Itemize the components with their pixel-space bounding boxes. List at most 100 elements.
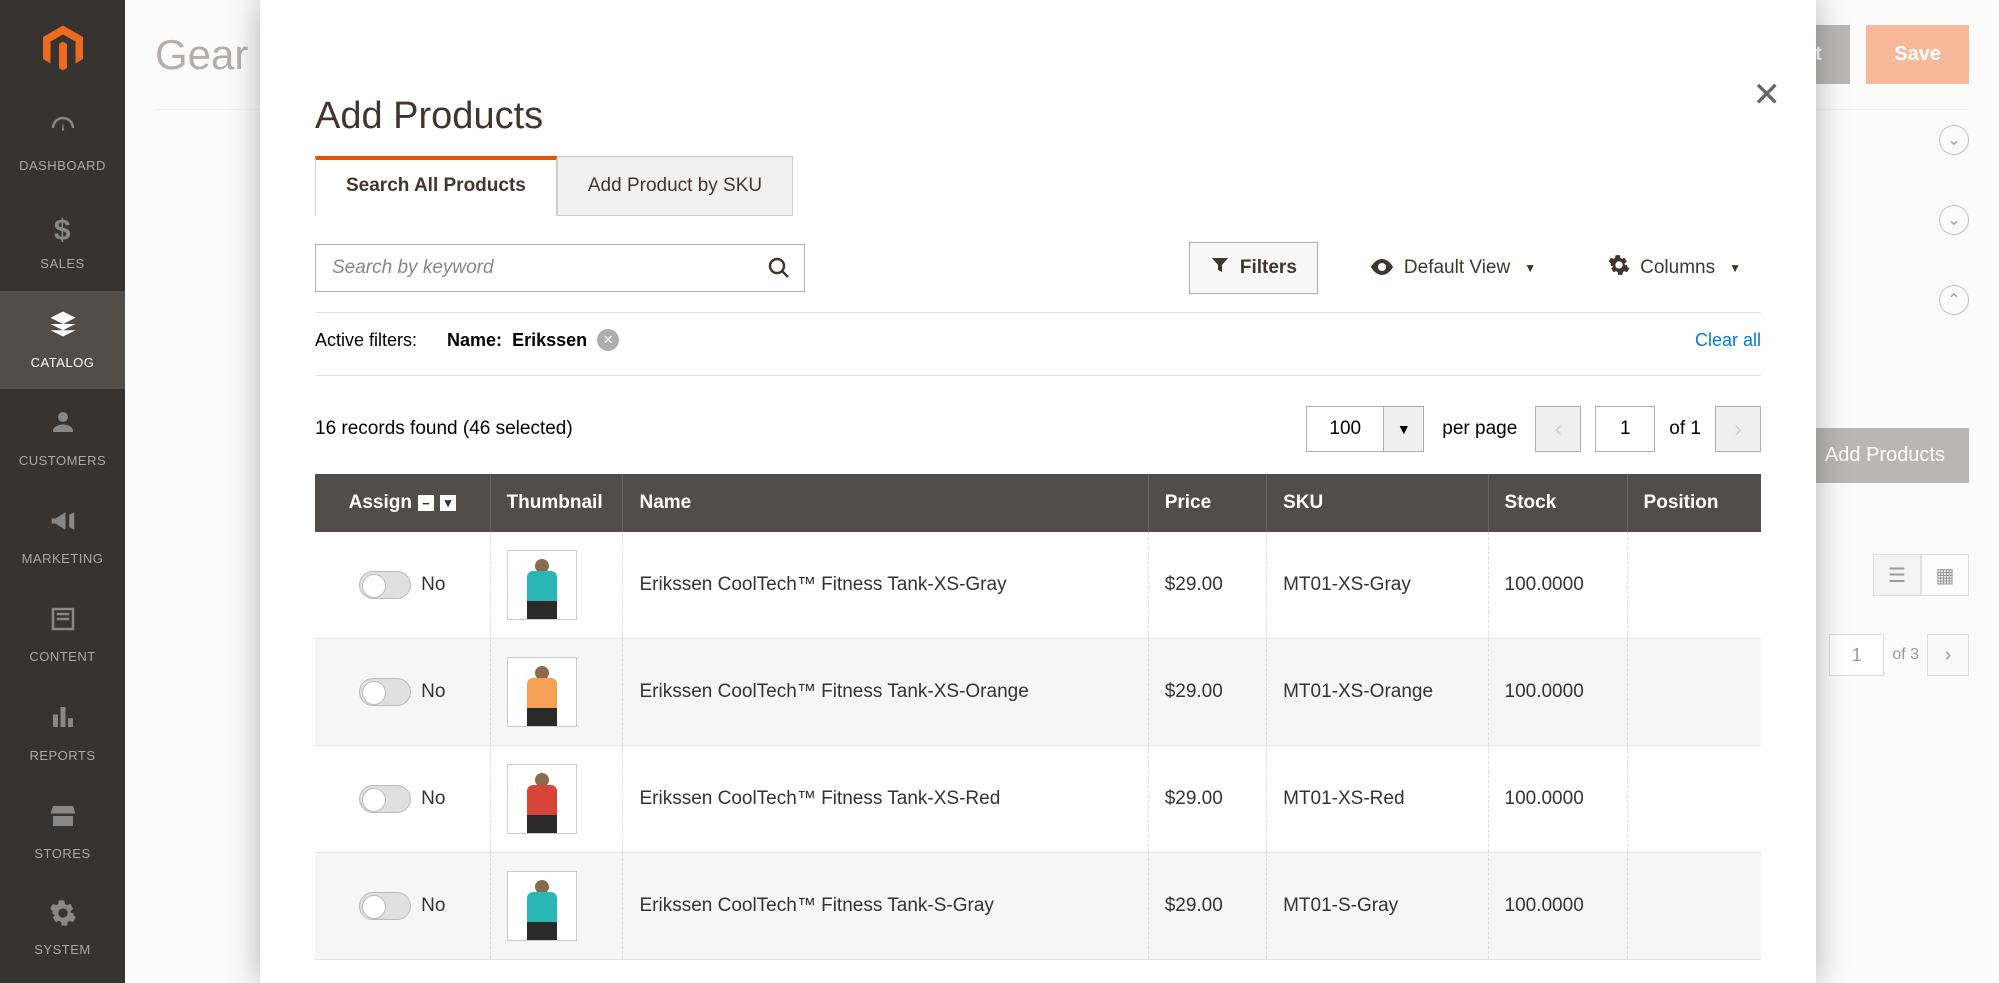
default-view-label: Default View [1404, 257, 1510, 279]
content-icon [48, 604, 78, 643]
stores-icon [48, 801, 78, 840]
dashboard-icon [48, 113, 78, 152]
assign-toggle[interactable] [359, 892, 411, 920]
nav-label: CONTENT [29, 649, 95, 666]
modal-title: Add Products [315, 95, 1761, 138]
catalog-icon [48, 309, 78, 348]
magento-logo[interactable] [0, 0, 125, 95]
toggle-label: No [421, 895, 445, 916]
assign-label: Assign [349, 492, 412, 514]
cell-price: $29.00 [1148, 746, 1266, 853]
columns-label: Columns [1640, 257, 1715, 279]
next-page-button[interactable]: › [1715, 406, 1761, 452]
chevron-down-icon: ▼ [1524, 261, 1536, 275]
default-view-button[interactable]: Default View ▼ [1350, 243, 1556, 293]
nav-label: DASHBOARD [19, 158, 106, 175]
per-page-input[interactable] [1306, 406, 1384, 452]
prev-page-button[interactable]: ‹ [1535, 406, 1581, 452]
col-price[interactable]: Price [1148, 474, 1266, 532]
filters-button[interactable]: Filters [1189, 242, 1318, 294]
filter-chip-name: Name: Erikssen ✕ [447, 329, 619, 351]
select-dropdown-icon[interactable]: ▾ [440, 495, 456, 511]
per-page-label: per page [1442, 418, 1517, 440]
cell-name: Erikssen CoolTech™ Fitness Tank-XS-Red [623, 746, 1148, 853]
columns-button[interactable]: Columns ▼ [1588, 242, 1761, 294]
nav-system[interactable]: SYSTEM [0, 881, 125, 977]
products-table: Assign − ▾ Thumbnail Name Price SKU Stoc… [315, 474, 1761, 960]
nav-partners[interactable]: FIND PARTNERS & EXTENSIONS [0, 977, 125, 983]
cell-position [1627, 532, 1761, 639]
tab-add-by-sku[interactable]: Add Product by SKU [557, 156, 793, 216]
col-name[interactable]: Name [623, 474, 1148, 532]
filter-key: Name: [447, 330, 502, 351]
records-found-text: 16 records found (46 selected) [315, 418, 573, 440]
records-bar: 16 records found (46 selected) ▼ per pag… [315, 376, 1761, 474]
table-row[interactable]: NoErikssen CoolTech™ Fitness Tank-S-Gray… [315, 853, 1761, 960]
table-header-row: Assign − ▾ Thumbnail Name Price SKU Stoc… [315, 474, 1761, 532]
modal-toolbar: Filters Default View ▼ Columns ▼ [315, 217, 1761, 313]
remove-filter-icon[interactable]: ✕ [597, 329, 619, 351]
cell-sku: MT01-XS-Orange [1267, 639, 1488, 746]
modal-tabs: Search All Products Add Product by SKU [315, 156, 1761, 217]
funnel-icon [1210, 255, 1230, 281]
tab-search-products[interactable]: Search All Products [315, 156, 557, 216]
gear-icon [1608, 254, 1630, 282]
assign-toggle[interactable] [359, 571, 411, 599]
nav-label: MARKETING [22, 551, 104, 568]
reports-icon [48, 702, 78, 741]
col-sku[interactable]: SKU [1267, 474, 1488, 532]
nav-megaphone[interactable]: MARKETING [0, 488, 125, 586]
col-assign[interactable]: Assign − ▾ [315, 474, 490, 532]
cell-name: Erikssen CoolTech™ Fitness Tank-XS-Gray [623, 532, 1148, 639]
chevron-down-icon: ▼ [1729, 261, 1741, 275]
cell-position [1627, 639, 1761, 746]
product-thumbnail [507, 871, 577, 941]
search-input[interactable] [315, 244, 805, 292]
nav-content[interactable]: CONTENT [0, 586, 125, 684]
page-input[interactable] [1595, 406, 1655, 452]
cell-stock: 100.0000 [1488, 639, 1627, 746]
nav-label: CUSTOMERS [19, 453, 106, 470]
sidebar: DASHBOARD $SALESCATALOG CUSTOMERS MARKETING… [0, 0, 125, 983]
product-thumbnail [507, 657, 577, 727]
nav-catalog[interactable]: CATALOG [0, 291, 125, 389]
nav-person[interactable]: CUSTOMERS [0, 389, 125, 487]
col-stock[interactable]: Stock [1488, 474, 1627, 532]
assign-toggle[interactable] [359, 678, 411, 706]
select-minus-icon[interactable]: − [418, 495, 434, 511]
cell-position [1627, 853, 1761, 960]
close-icon[interactable]: ✕ [1753, 75, 1782, 115]
nav-dollar[interactable]: $SALES [0, 193, 125, 291]
eye-icon [1370, 255, 1394, 281]
cell-stock: 100.0000 [1488, 532, 1627, 639]
table-row[interactable]: NoErikssen CoolTech™ Fitness Tank-XS-Ora… [315, 639, 1761, 746]
nav-label: STORES [34, 846, 90, 863]
search-box [315, 244, 805, 292]
product-thumbnail [507, 550, 577, 620]
per-page-control: ▼ [1306, 406, 1424, 452]
nav-dashboard[interactable]: DASHBOARD [0, 95, 125, 193]
person-icon [48, 407, 78, 446]
filters-label: Filters [1240, 257, 1297, 279]
table-row[interactable]: NoErikssen CoolTech™ Fitness Tank-XS-Gra… [315, 532, 1761, 639]
page-nav: ‹ of 1 › [1535, 406, 1761, 452]
table-row[interactable]: NoErikssen CoolTech™ Fitness Tank-XS-Red… [315, 746, 1761, 853]
per-page-dropdown[interactable]: ▼ [1384, 406, 1424, 452]
col-position[interactable]: Position [1627, 474, 1761, 532]
cell-sku: MT01-XS-Gray [1267, 532, 1488, 639]
toggle-label: No [421, 681, 445, 702]
nav-stores[interactable]: STORES [0, 783, 125, 881]
clear-all-link[interactable]: Clear all [1695, 330, 1761, 351]
cell-price: $29.00 [1148, 532, 1266, 639]
cell-price: $29.00 [1148, 639, 1266, 746]
col-thumbnail[interactable]: Thumbnail [490, 474, 623, 532]
nav-reports[interactable]: REPORTS [0, 684, 125, 782]
active-filters-bar: Active filters: Name: Erikssen ✕ Clear a… [315, 313, 1761, 376]
assign-toggle[interactable] [359, 785, 411, 813]
nav-label: SYSTEM [34, 942, 90, 959]
cell-position [1627, 746, 1761, 853]
cell-stock: 100.0000 [1488, 746, 1627, 853]
cell-sku: MT01-XS-Red [1267, 746, 1488, 853]
search-icon[interactable] [767, 256, 791, 287]
toolbar-right: Filters Default View ▼ Columns ▼ [1189, 242, 1761, 294]
